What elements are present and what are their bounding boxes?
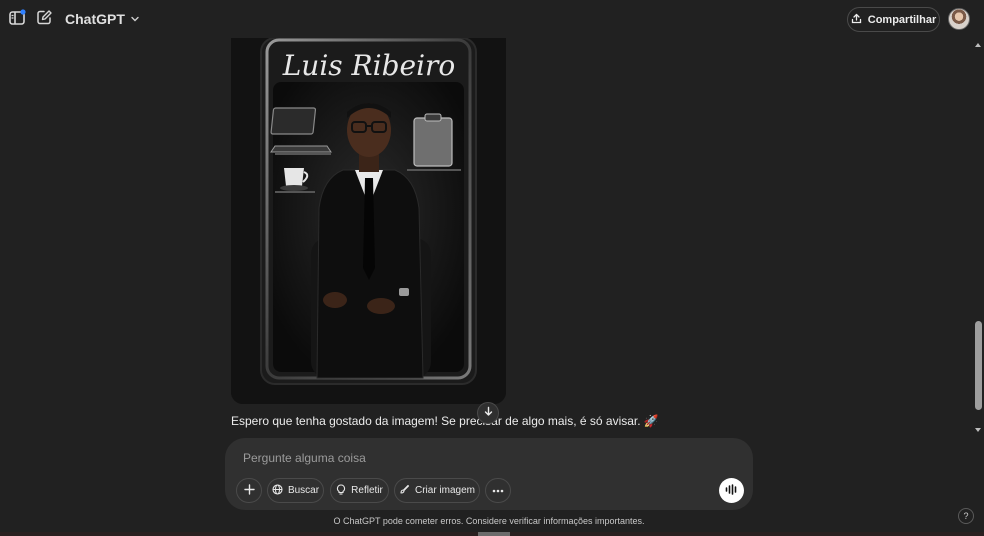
scrollbar[interactable]: [972, 38, 984, 434]
waveform-icon: [725, 482, 738, 500]
scroll-to-bottom-button[interactable]: [477, 402, 499, 424]
arrow-down-icon: [483, 404, 494, 422]
voice-mode-button[interactable]: [719, 478, 744, 503]
globe-icon: [272, 483, 283, 498]
prompt-input[interactable]: [243, 450, 703, 466]
sidebar-icon: [8, 8, 26, 32]
scroll-up-arrow[interactable]: [975, 43, 981, 47]
edit-icon: [36, 9, 53, 31]
assistant-message: Espero que tenha gostado da imagem! Se p…: [231, 414, 659, 428]
lightbulb-icon: [336, 483, 346, 498]
plus-icon: [243, 483, 255, 498]
top-bar: ChatGPT Compartilhar: [0, 0, 984, 38]
share-button[interactable]: Compartilhar: [847, 7, 940, 32]
create-image-label: Criar imagem: [414, 485, 475, 496]
image-brush-icon: [399, 484, 410, 498]
disclaimer-text: O ChatGPT pode cometer erros. Considere …: [333, 516, 645, 526]
avatar[interactable]: [948, 8, 970, 30]
chevron-down-icon: [130, 11, 140, 27]
signature-text: Luis Ribeiro: [282, 49, 456, 82]
model-name: ChatGPT: [65, 11, 125, 27]
new-chat-button[interactable]: [33, 9, 55, 31]
bottom-strip-handle: [478, 532, 510, 536]
share-label: Compartilhar: [867, 13, 937, 26]
upload-icon: [851, 13, 862, 27]
model-switcher[interactable]: ChatGPT: [58, 7, 147, 31]
help-button[interactable]: ?: [958, 508, 974, 524]
ellipsis-icon: [492, 485, 504, 496]
generated-image[interactable]: Luis Ribeiro: [231, 38, 506, 404]
scroll-down-arrow[interactable]: [975, 428, 981, 432]
sidebar-toggle-button[interactable]: [6, 8, 28, 32]
search-tool-button[interactable]: Buscar: [267, 478, 324, 503]
attach-button[interactable]: [236, 478, 262, 503]
reason-tool-button[interactable]: Refletir: [330, 478, 389, 503]
reason-tool-label: Refletir: [351, 485, 383, 496]
create-image-button[interactable]: Criar imagem: [394, 478, 480, 503]
clipboard-illustration: [413, 113, 453, 167]
search-tool-label: Buscar: [287, 485, 320, 496]
notification-dot: [20, 8, 26, 15]
scroll-thumb[interactable]: [975, 321, 982, 410]
more-tools-button[interactable]: [485, 478, 511, 503]
